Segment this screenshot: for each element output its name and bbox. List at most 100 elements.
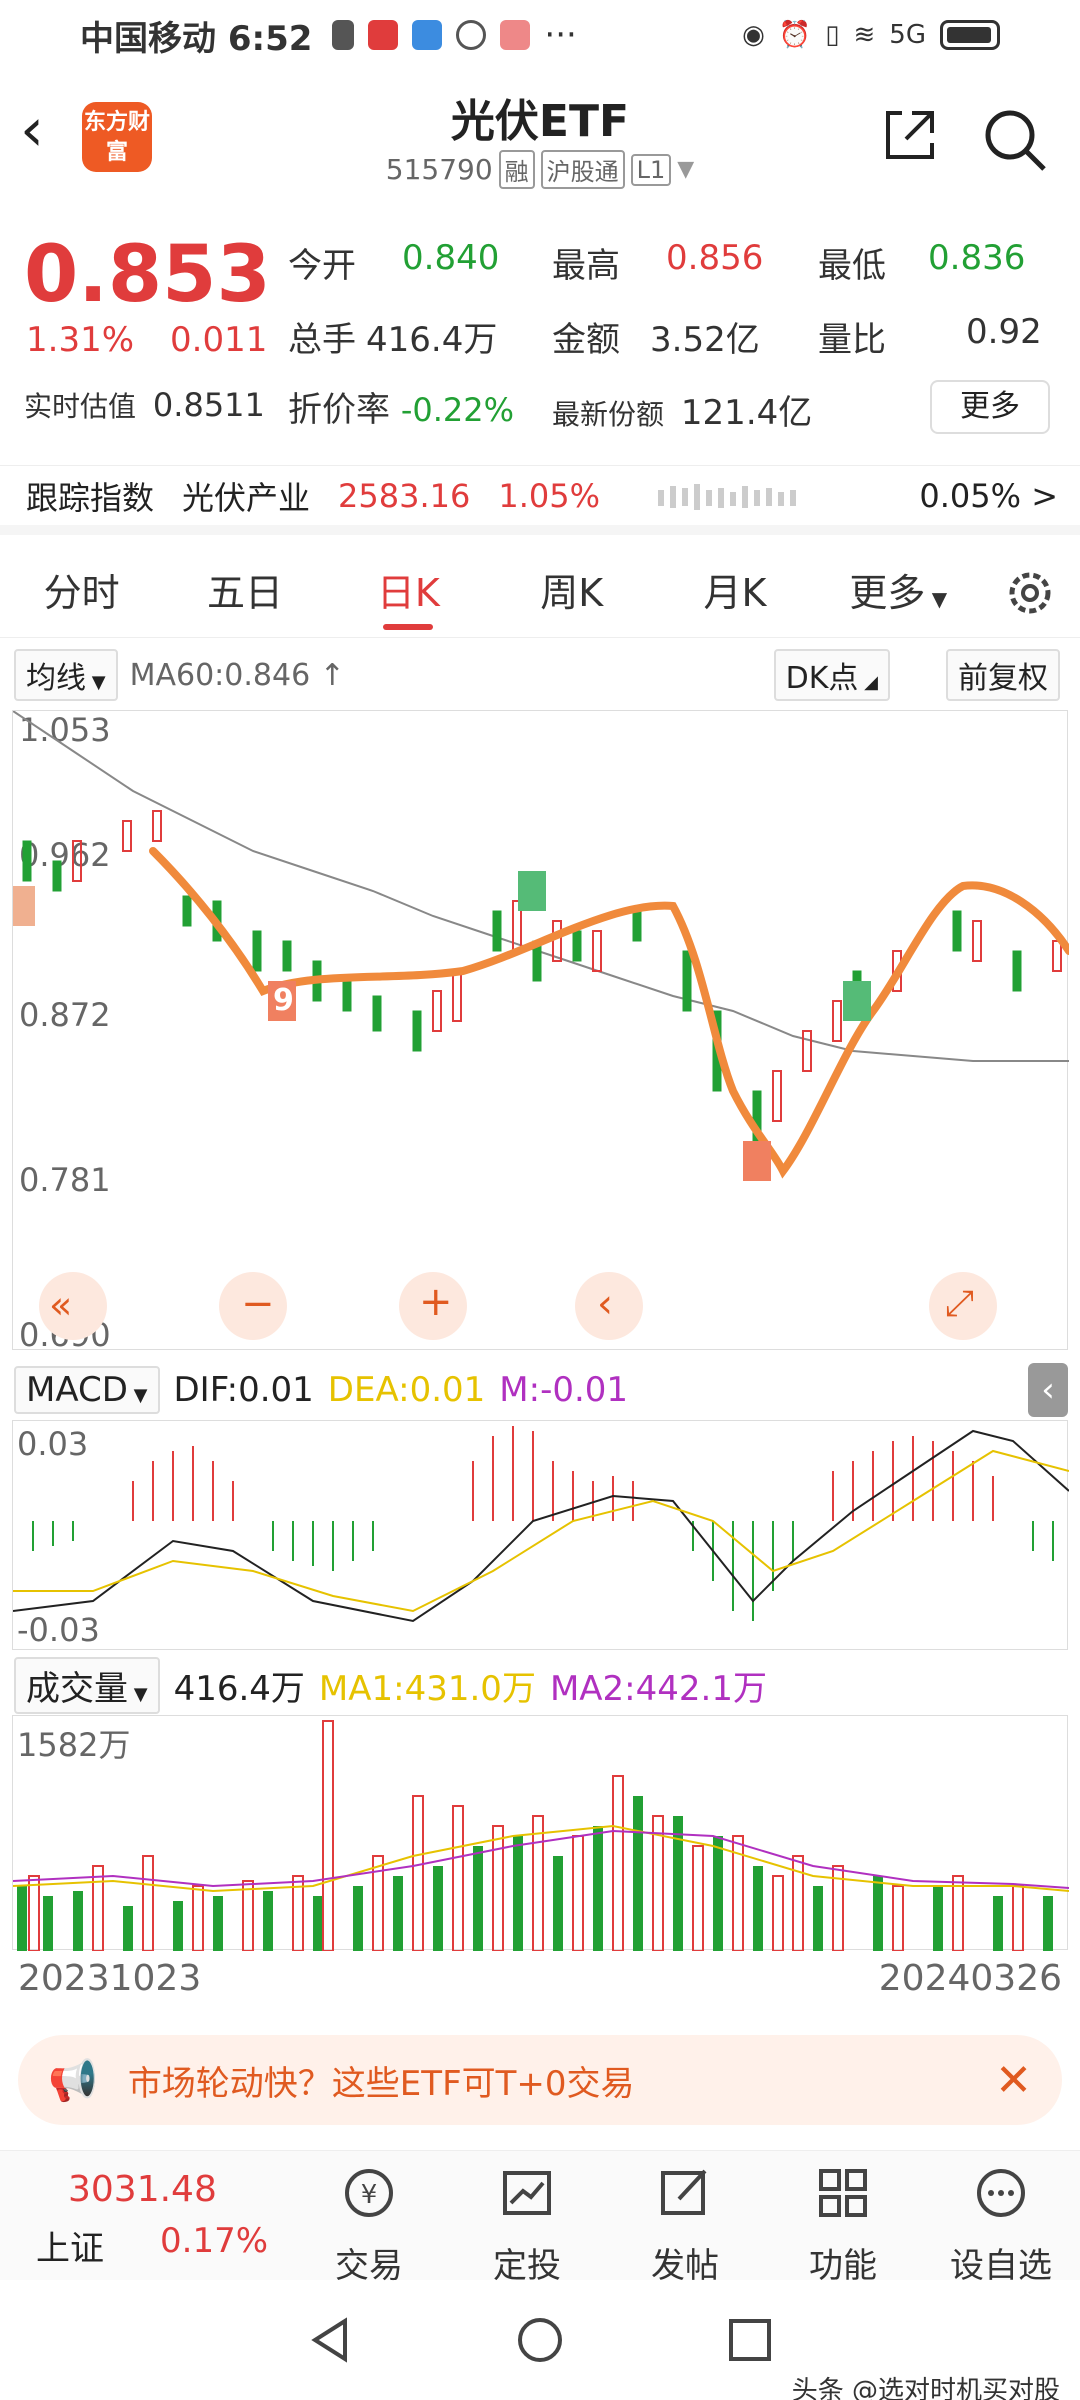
eye-icon: ◉ xyxy=(742,20,765,50)
chart-controls xyxy=(39,1272,997,1340)
more-button[interactable]: 更多 xyxy=(930,380,1050,434)
up-candles xyxy=(72,810,1062,1122)
track-index-pct: 1.05% xyxy=(498,476,601,515)
fullscreen-icon[interactable]: ⤢ xyxy=(945,1283,974,1325)
macd-selector[interactable]: MACD ▼ xyxy=(14,1366,160,1414)
tab-daily-k[interactable]: 日K xyxy=(327,548,490,638)
marker-9-red-2 xyxy=(743,1141,771,1181)
share-icon[interactable] xyxy=(880,105,940,165)
signal-icon: 5G xyxy=(889,20,926,50)
app-red-icon xyxy=(368,20,399,50)
cloud-icon xyxy=(412,20,443,50)
stock-code: 515790 xyxy=(385,153,493,186)
chevron-down-icon[interactable]: ▼ xyxy=(677,157,694,182)
edit-icon xyxy=(661,2169,707,2215)
tab-five-day[interactable]: 五日 xyxy=(163,548,326,638)
discount-field: 折价率 -0.22% xyxy=(288,390,515,430)
home-circle-icon[interactable] xyxy=(515,2315,565,2365)
sparkline-icon xyxy=(658,483,797,510)
more-circle-icon xyxy=(977,2169,1025,2217)
volume-canvas xyxy=(13,1720,1069,1951)
system-icons: ◉ ⏰ ▯ ≋ 5G xyxy=(742,20,1000,50)
nav-functions[interactable]: 功能 xyxy=(764,2151,922,2286)
wifi-icon: ≋ xyxy=(853,20,876,50)
nav-post[interactable]: 发帖 xyxy=(606,2151,764,2286)
tag-level: L1 xyxy=(630,153,672,186)
macd-canvas xyxy=(13,1426,1069,1623)
track-deviation: 0.05% > xyxy=(919,476,1058,515)
chart-settings-button[interactable] xyxy=(980,548,1080,638)
marker-9-green-2 xyxy=(843,981,871,1021)
volume-ma2: MA2:442.1万 xyxy=(549,1668,767,1709)
track-label: 跟踪指数 xyxy=(26,478,155,517)
tag-margin: 融 xyxy=(498,150,535,189)
date-start: 20231023 xyxy=(18,1958,202,1999)
tab-monthly-k[interactable]: 月K xyxy=(653,548,816,638)
volume-chart[interactable]: 1582万 xyxy=(12,1715,1069,1951)
high-field: 最高 0.856 xyxy=(552,238,764,286)
back-triangle-icon[interactable] xyxy=(305,2315,355,2365)
watermark: 头条 @选对时机买对股 xyxy=(791,2376,1060,2400)
alarm-icon: ⏰ xyxy=(778,20,812,50)
adjust-button[interactable]: 前复权 xyxy=(946,649,1060,701)
amount-field: 金额 3.52亿 xyxy=(552,320,760,360)
tab-weekly-k[interactable]: 周K xyxy=(490,548,653,638)
notification-icons: ··· xyxy=(332,15,577,55)
prev-button[interactable]: ‹ xyxy=(597,1281,613,1327)
tab-intraday[interactable]: 分时 xyxy=(0,548,163,638)
status-bar: 中国移动 6:52 ··· ◉ ⏰ ▯ ≋ 5G xyxy=(0,0,1080,70)
low-field: 最低 0.836 xyxy=(818,238,1026,286)
tab-more[interactable]: 更多 ▼ xyxy=(817,548,980,638)
promo-banner[interactable]: 📢 市场轮动快？这些ETF可T+0交易 ✕ xyxy=(18,2035,1062,2125)
megaphone-icon: 📢 xyxy=(48,2057,98,2104)
ma60-value: MA60:0.846 ↑ xyxy=(129,657,345,693)
header: ‹ 东方财富 光伏ETF 515790 融 沪股通 L1 ▼ xyxy=(0,80,1080,205)
zoom-left-button[interactable]: « xyxy=(49,1283,72,1327)
zoom-out-button[interactable]: − xyxy=(241,1281,275,1327)
close-icon[interactable]: ✕ xyxy=(995,2055,1032,2106)
hands-field: 总手 416.4万 xyxy=(288,320,498,360)
volume-ratio-field: 量比 0.92 xyxy=(818,312,1042,360)
chart-plan-icon xyxy=(503,2171,551,2215)
index-value: 3031.48 xyxy=(68,2169,217,2210)
dk-point-button[interactable]: DK点 ◢ xyxy=(773,649,890,701)
dea-line xyxy=(13,1449,1069,1613)
macd-header: MACD ▼ DIF:0.01 DEA:0.01 M:-0.01 ‹ xyxy=(0,1363,1080,1417)
dif-line xyxy=(13,1429,1069,1623)
index-pct: 0.17% xyxy=(160,2221,269,2261)
last-price: 0.853 xyxy=(24,230,271,320)
nav-invest-plan[interactable]: 定投 xyxy=(448,2151,606,2286)
macd-dif: DIF:0.01 xyxy=(173,1370,314,1410)
nav-trade[interactable]: ¥ 交易 xyxy=(290,2151,448,2286)
track-index-name: 光伏产业 xyxy=(182,478,311,517)
open-field: 今开 0.840 xyxy=(288,238,500,286)
ma-selector[interactable]: 均线 ▼ xyxy=(14,649,118,701)
shares-field: 最新份额 121.4亿 xyxy=(552,393,813,433)
track-index-value: 2583.16 xyxy=(338,476,471,515)
arrow-icon xyxy=(332,20,355,50)
recents-square-icon[interactable] xyxy=(725,2315,775,2365)
kline-chart[interactable]: 1.053 0.962 0.872 0.781 0.690 xyxy=(12,710,1069,1354)
index-ticker[interactable]: 3031.48 上证 0.17% xyxy=(0,2151,290,2280)
more-dots: ··· xyxy=(544,15,577,55)
collapse-button[interactable]: ‹ xyxy=(1028,1363,1068,1417)
nav-add-watchlist[interactable]: 设自选 xyxy=(922,2151,1080,2286)
macd-dea: DEA:0.01 xyxy=(327,1370,486,1410)
gift-icon xyxy=(500,20,531,50)
date-axis: 20231023 20240326 xyxy=(18,1958,1062,1999)
index-name: 上证 xyxy=(36,2229,104,2269)
zoom-in-button[interactable]: + xyxy=(419,1279,453,1325)
period-tabs: 分时 五日 日K 周K 月K 更多 ▼ xyxy=(0,548,1080,638)
search-icon[interactable] xyxy=(980,105,1050,175)
vibrate-icon: ▯ xyxy=(825,20,840,50)
macd-m: M:-0.01 xyxy=(499,1370,629,1410)
banner-text: 市场轮动快？这些ETF可T+0交易 xyxy=(127,2063,635,2104)
svg-text:¥: ¥ xyxy=(361,2180,378,2210)
tracking-index-row[interactable]: 跟踪指数 光伏产业 2583.16 1.05% 0.05% > xyxy=(0,465,1080,535)
ma-indicator-row: 均线 ▼ MA60:0.846 ↑ DK点 ◢ 前复权 xyxy=(0,649,1080,701)
status-carrier-time: 中国移动 6:52 xyxy=(80,18,313,59)
iopv-field: 实时估值 0.8511 xyxy=(24,386,265,424)
macd-chart[interactable]: 0.03 -0.03 xyxy=(12,1420,1069,1650)
volume-selector[interactable]: 成交量 ▼ xyxy=(14,1656,160,1714)
kline-canvas xyxy=(13,711,1069,1340)
